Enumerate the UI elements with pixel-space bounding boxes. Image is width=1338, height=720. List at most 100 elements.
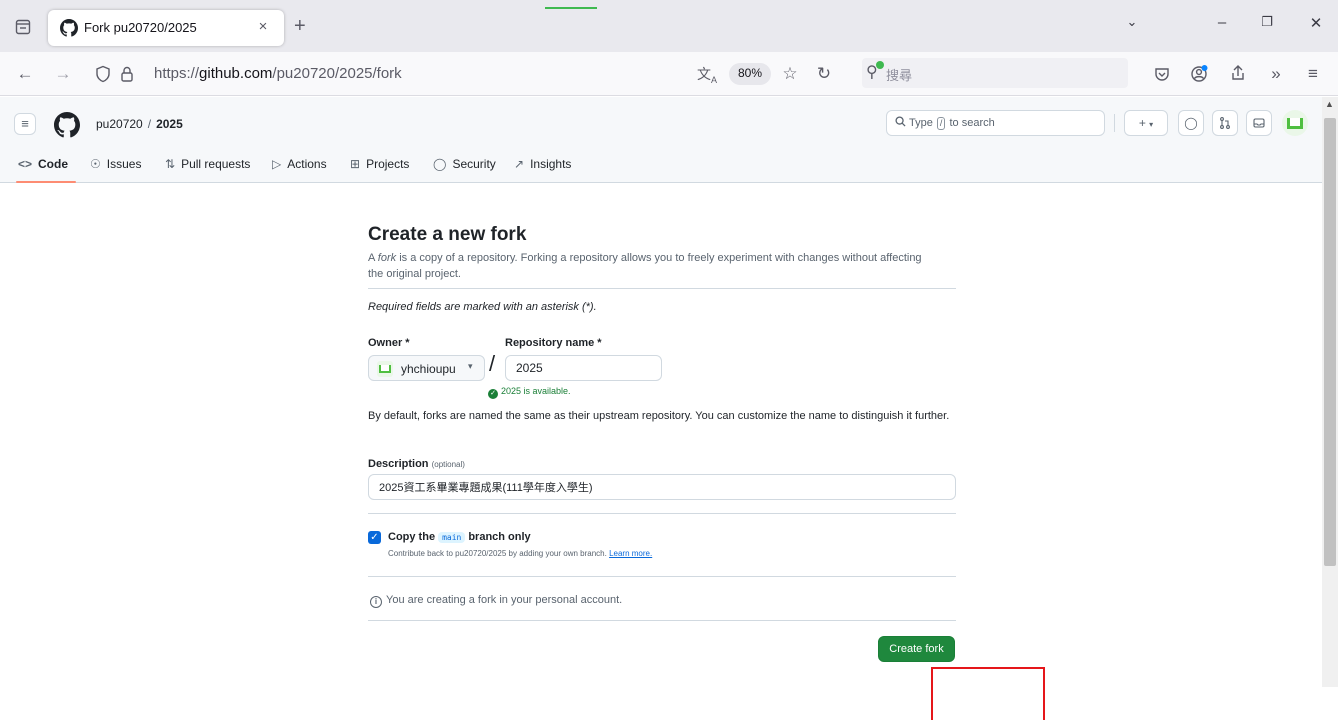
tab-security-label: Security bbox=[452, 157, 496, 171]
repository-name-input[interactable] bbox=[505, 355, 662, 381]
copy-branch-label[interactable]: Copy the main branch only bbox=[388, 531, 531, 543]
copy-after: branch only bbox=[468, 531, 531, 543]
create-fork-button[interactable]: Create fork bbox=[878, 636, 955, 662]
inbox-icon[interactable] bbox=[1246, 110, 1272, 136]
github-search-input[interactable]: Type / to search bbox=[886, 110, 1105, 136]
translate-icon[interactable]: 文A bbox=[696, 64, 718, 85]
browser-search-box[interactable]: ⚲ 搜尋 bbox=[862, 58, 1128, 88]
github-favicon bbox=[60, 19, 78, 37]
user-avatar[interactable] bbox=[1282, 110, 1308, 136]
share-icon[interactable] bbox=[1227, 64, 1249, 87]
new-tab-button[interactable]: + bbox=[294, 15, 306, 38]
intro-after: is a copy of a repository. Forking a rep… bbox=[368, 252, 922, 280]
play-icon: ▷ bbox=[272, 157, 282, 171]
divider bbox=[368, 620, 956, 621]
hamburger-menu-icon[interactable]: ≡ bbox=[14, 113, 36, 135]
copy-before: Copy the bbox=[388, 531, 436, 543]
fork-info: i You are creating a fork in your persona… bbox=[370, 594, 622, 608]
close-icon[interactable]: ✕ bbox=[1304, 14, 1328, 32]
tab-pull-requests-label: Pull requests bbox=[181, 157, 251, 171]
issue-icon: ☉ bbox=[90, 157, 101, 171]
tab-title: Fork pu20720/2025 bbox=[84, 20, 197, 35]
tab-projects[interactable]: ⊞ Projects bbox=[350, 157, 409, 171]
description-label-text: Description bbox=[368, 458, 429, 470]
overflow-icon[interactable]: » bbox=[1265, 64, 1287, 84]
highlight-box bbox=[931, 667, 1045, 720]
tab-code[interactable]: <> Code bbox=[18, 157, 68, 171]
restore-icon[interactable]: ❐ bbox=[1255, 14, 1279, 30]
check-circle-icon: ✓ bbox=[488, 389, 498, 399]
tab-insights[interactable]: ↗ Insights bbox=[514, 157, 571, 171]
page-title: Create a new fork bbox=[368, 224, 527, 245]
github-header: ≡ pu20720 / 2025 Type / to search + ▾ ◯ <>… bbox=[0, 97, 1322, 183]
search-badge bbox=[876, 61, 884, 69]
tab-actions[interactable]: ▷ Actions bbox=[272, 157, 327, 171]
back-icon[interactable]: ← bbox=[14, 64, 36, 84]
learn-more-link[interactable]: Learn more. bbox=[609, 549, 652, 558]
scrollbar-thumb[interactable] bbox=[1324, 118, 1336, 566]
browser-tab[interactable]: Fork pu20720/2025 × bbox=[48, 10, 284, 46]
list-all-tabs-icon[interactable]: ⌄ bbox=[1120, 14, 1144, 30]
description-input[interactable] bbox=[368, 474, 956, 500]
divider bbox=[368, 513, 956, 514]
tab-actions-label: Actions bbox=[287, 157, 327, 171]
tab-insights-label: Insights bbox=[530, 157, 572, 171]
pocket-icon[interactable] bbox=[1151, 64, 1173, 87]
tab-code-label: Code bbox=[38, 157, 69, 171]
chevron-down-icon: ▾ bbox=[468, 361, 473, 371]
pull-requests-icon[interactable] bbox=[1212, 110, 1238, 136]
availability-status: ✓ 2025 is available. bbox=[488, 386, 571, 399]
shield-icon: ◯ bbox=[433, 157, 447, 171]
tab-list-icon[interactable] bbox=[14, 18, 32, 36]
copy-help-text: Contribute back to pu20720/2025 by addin… bbox=[388, 549, 607, 558]
shield-icon[interactable] bbox=[92, 64, 114, 88]
graph-icon: ↗ bbox=[514, 157, 525, 171]
owner-select[interactable]: yhchioupu ▾ bbox=[368, 355, 485, 381]
tab-issues[interactable]: ☉ Issues bbox=[90, 157, 141, 171]
copy-main-branch-checkbox[interactable]: ✓ bbox=[368, 531, 381, 544]
search-shortcut-key: / bbox=[936, 117, 946, 130]
branch-name: main bbox=[438, 532, 466, 543]
browser-search-placeholder: 搜尋 bbox=[886, 68, 913, 83]
selected-tab-underline bbox=[16, 181, 76, 183]
accent-line bbox=[545, 7, 597, 9]
reload-icon[interactable]: ↻ bbox=[813, 64, 835, 84]
code-icon: <> bbox=[18, 157, 33, 171]
minimize-icon[interactable]: – bbox=[1210, 14, 1234, 31]
search-hint: Type / to search bbox=[909, 117, 995, 130]
tab-close-icon[interactable]: × bbox=[254, 18, 272, 35]
github-logo-icon[interactable] bbox=[54, 112, 80, 138]
tab-issues-label: Issues bbox=[106, 157, 142, 171]
fork-name-help: By default, forks are named the same as … bbox=[368, 410, 950, 422]
url-host: github.com bbox=[199, 65, 273, 82]
forward-icon[interactable]: → bbox=[52, 64, 74, 84]
divider bbox=[368, 576, 956, 577]
lock-icon[interactable] bbox=[116, 64, 138, 88]
tab-pull-requests[interactable]: ⇅ Pull requests bbox=[165, 157, 250, 171]
menu-icon[interactable]: ≡ bbox=[1302, 64, 1324, 84]
owner-avatar bbox=[377, 361, 393, 377]
breadcrumb-repo[interactable]: 2025 bbox=[156, 117, 183, 131]
search-hint-prefix: Type bbox=[909, 117, 933, 129]
create-new-button[interactable]: + ▾ bbox=[1124, 110, 1168, 136]
breadcrumb-owner[interactable]: pu20720 bbox=[96, 117, 143, 131]
issues-icon[interactable]: ◯ bbox=[1178, 110, 1204, 136]
browser-tab-strip: Fork pu20720/2025 × + ⌄ – ❐ ✕ bbox=[0, 0, 1338, 52]
tab-security[interactable]: ◯ Security bbox=[433, 157, 496, 171]
url-path: /pu20720/2025/fork bbox=[272, 65, 402, 82]
required-fields-note: Required fields are marked with an aster… bbox=[368, 301, 597, 313]
intro-emphasis: fork bbox=[377, 252, 397, 264]
pull-request-icon: ⇅ bbox=[165, 157, 176, 171]
repo-name-label: Repository name * bbox=[505, 337, 602, 349]
info-icon: i bbox=[370, 596, 382, 608]
scroll-up-icon[interactable]: ▲ bbox=[1325, 99, 1334, 109]
owner-value: yhchioupu bbox=[401, 362, 456, 376]
zoom-level[interactable]: 80% bbox=[729, 63, 772, 85]
url-bar[interactable]: https://github.com/pu20720/2025/fork bbox=[154, 65, 402, 82]
star-icon[interactable]: ☆ bbox=[779, 64, 801, 84]
fork-info-text: You are creating a fork in your personal… bbox=[386, 594, 623, 606]
account-icon[interactable] bbox=[1188, 64, 1210, 89]
divider bbox=[368, 288, 956, 289]
search-icon bbox=[895, 116, 906, 130]
plus-icon: + bbox=[1138, 116, 1146, 130]
